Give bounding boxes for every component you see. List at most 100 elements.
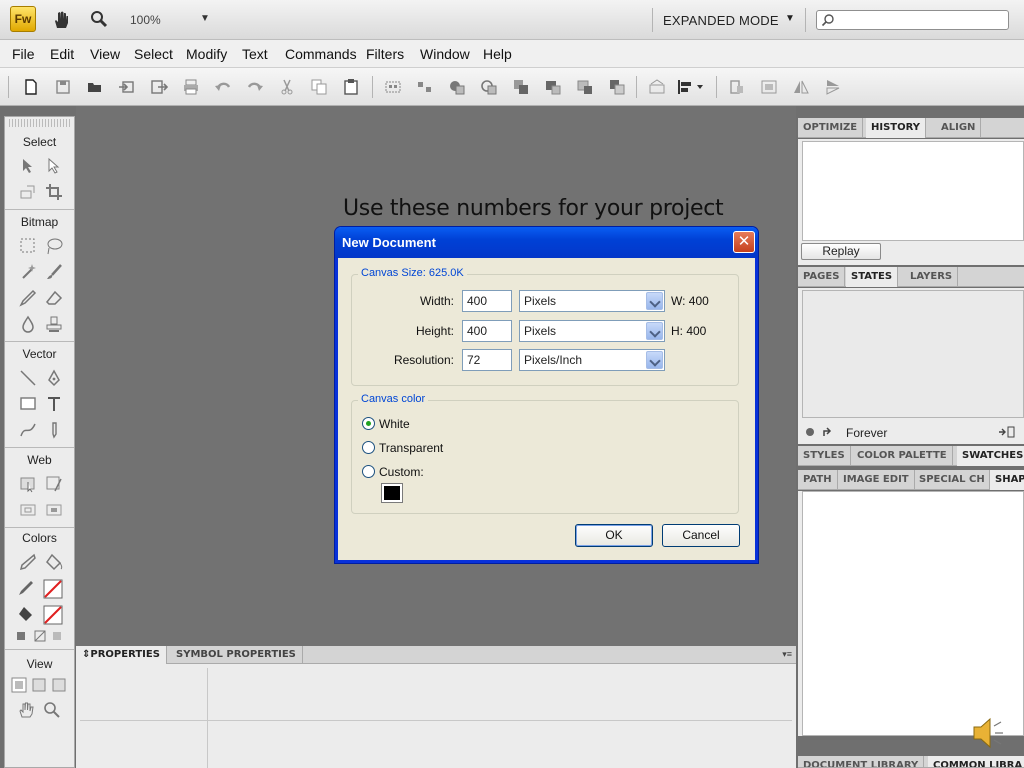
send-to-back-icon[interactable] (608, 78, 626, 96)
brush-tool-icon[interactable] (45, 263, 63, 281)
menu-select[interactable]: Select (134, 46, 173, 62)
panel-menu-icon[interactable]: ▾≡ (782, 649, 792, 660)
knife-tool-icon[interactable] (45, 421, 63, 439)
screen-mode-icon[interactable] (11, 677, 69, 693)
bring-to-front-icon[interactable] (512, 78, 530, 96)
menu-view[interactable]: View (90, 46, 120, 62)
show-slices-icon[interactable] (45, 501, 63, 519)
onion-skin-icon[interactable] (804, 425, 838, 439)
ungroup-icon[interactable] (416, 78, 434, 96)
radio-white-label[interactable]: White (379, 417, 410, 431)
tab-states[interactable]: STATES (846, 267, 899, 287)
tab-path[interactable]: PATH (798, 470, 838, 490)
menu-file[interactable]: File (12, 46, 35, 62)
pen-tool-icon[interactable] (45, 369, 63, 387)
eraser-tool-icon[interactable] (45, 289, 63, 307)
hotspot-tool-icon[interactable] (19, 475, 37, 493)
rectangle-tool-icon[interactable] (19, 395, 37, 413)
radio-custom-label[interactable]: Custom: (379, 465, 424, 479)
tab-layers[interactable]: LAYERS (905, 267, 959, 287)
ok-button[interactable]: OK (575, 524, 653, 547)
tab-swatches[interactable]: SWATCHES (957, 446, 1024, 466)
menu-help[interactable]: Help (483, 46, 512, 62)
hand-icon[interactable] (17, 701, 35, 719)
arrange-icon[interactable] (648, 78, 666, 96)
color-controls-icon[interactable] (15, 629, 69, 643)
mode-dropdown-icon[interactable]: ▼ (785, 13, 795, 24)
copy-icon[interactable] (310, 78, 328, 96)
flip-icon[interactable] (760, 78, 778, 96)
undo-icon[interactable] (214, 78, 232, 96)
resolution-unit-select[interactable]: Pixels/Inch (519, 349, 665, 371)
tab-properties[interactable]: ⇕PROPERTIES (76, 646, 167, 664)
pointer-tool-icon[interactable] (19, 157, 37, 175)
blur-tool-icon[interactable] (19, 315, 37, 333)
tab-styles[interactable]: STYLES (798, 446, 851, 466)
slice-tool-icon[interactable] (45, 475, 63, 493)
tab-common-library[interactable]: COMMON LIBRA (928, 756, 1024, 767)
panel-grip[interactable] (9, 119, 70, 127)
open-folder-icon[interactable] (86, 78, 104, 96)
states-list[interactable] (802, 290, 1024, 418)
crop-tool-icon[interactable] (45, 183, 63, 201)
menu-edit[interactable]: Edit (50, 46, 74, 62)
subselect-tool-icon[interactable] (45, 157, 63, 175)
pencil-tool-icon[interactable] (19, 289, 37, 307)
flip-vertical-icon[interactable] (824, 78, 842, 96)
workspace-mode[interactable]: EXPANDED MODE (663, 13, 779, 28)
export-icon[interactable] (150, 78, 168, 96)
radio-white[interactable] (362, 417, 375, 430)
help-search-input[interactable] (816, 10, 1009, 30)
rubber-stamp-tool-icon[interactable] (45, 315, 63, 333)
scale-tool-icon[interactable] (19, 183, 37, 201)
loop-setting[interactable]: Forever (846, 426, 887, 440)
tab-symbol-properties[interactable]: SYMBOL PROPERTIES (170, 646, 303, 664)
freeform-tool-icon[interactable] (19, 421, 37, 439)
tab-color-palette[interactable]: COLOR PALETTE (852, 446, 953, 466)
group-icon[interactable] (384, 78, 402, 96)
menu-commands[interactable]: Commands (285, 46, 357, 62)
width-unit-select[interactable]: Pixels (519, 290, 665, 312)
eyedropper-tool-icon[interactable] (19, 553, 37, 571)
zoom-level[interactable]: 100% (130, 13, 161, 27)
replay-button[interactable]: Replay (801, 243, 881, 260)
radio-custom[interactable] (362, 465, 375, 478)
tab-shapes[interactable]: SHAP (990, 470, 1024, 490)
menu-modify[interactable]: Modify (186, 46, 227, 62)
rotate-icon[interactable] (728, 78, 746, 96)
chevron-down-icon[interactable] (646, 322, 663, 340)
tab-history[interactable]: HISTORY (866, 118, 927, 138)
tab-pages[interactable]: PAGES (798, 267, 846, 287)
fill-color-icon[interactable] (17, 605, 35, 623)
add-state-icon[interactable] (998, 425, 1018, 439)
new-file-icon[interactable] (22, 78, 40, 96)
bring-forward-icon[interactable] (544, 78, 562, 96)
flip-horizontal-icon[interactable] (792, 78, 810, 96)
close-button[interactable]: ✕ (733, 231, 755, 253)
dialog-title-bar[interactable]: New Document ✕ (335, 227, 758, 258)
tab-image-edit[interactable]: IMAGE EDIT (838, 470, 915, 490)
cut-icon[interactable] (278, 78, 296, 96)
save-icon[interactable] (54, 78, 72, 96)
chevron-down-icon[interactable] (646, 292, 663, 310)
tab-document-library[interactable]: DOCUMENT LIBRARY (798, 756, 925, 767)
resolution-input[interactable]: 72 (462, 349, 512, 371)
magic-wand-tool-icon[interactable] (19, 263, 37, 281)
hand-tool-icon[interactable] (52, 10, 70, 30)
lasso-tool-icon[interactable] (45, 237, 63, 255)
tab-align[interactable]: ALIGN (936, 118, 982, 138)
tab-special-characters[interactable]: SPECIAL CH (914, 470, 990, 490)
width-input[interactable]: 400 (462, 290, 512, 312)
print-icon[interactable] (182, 78, 200, 96)
stroke-color-icon[interactable] (17, 579, 35, 597)
height-input[interactable]: 400 (462, 320, 512, 342)
tab-optimize[interactable]: OPTIMIZE (798, 118, 864, 138)
paint-bucket-tool-icon[interactable] (45, 553, 63, 571)
history-list[interactable] (802, 141, 1024, 241)
stroke-none-swatch[interactable] (43, 579, 63, 599)
zoom-tool-icon[interactable] (90, 10, 108, 28)
redo-icon[interactable] (246, 78, 264, 96)
custom-color-swatch[interactable] (381, 483, 403, 503)
paste-icon[interactable] (342, 78, 360, 96)
chevron-down-icon[interactable] (646, 351, 663, 369)
